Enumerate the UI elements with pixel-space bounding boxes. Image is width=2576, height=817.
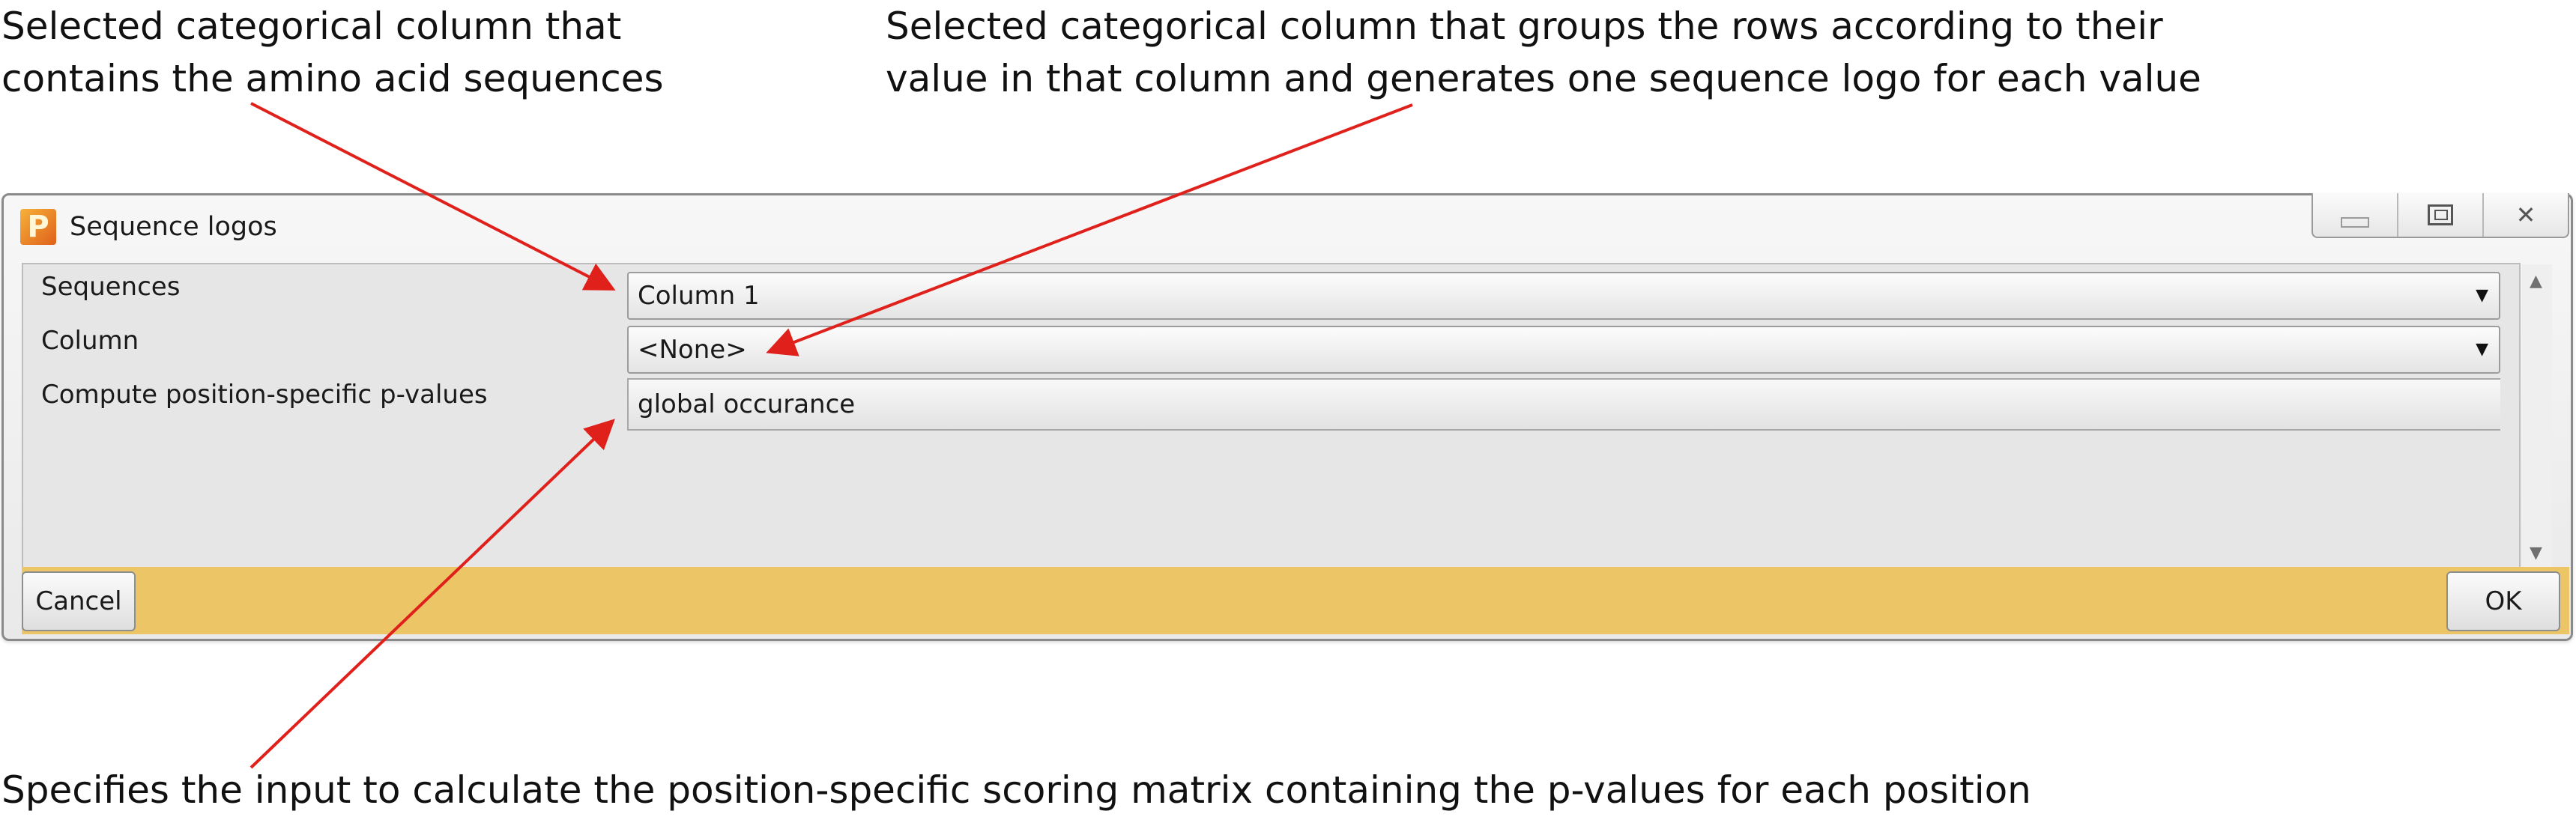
sequences-select[interactable]: Column 1 ▼ xyxy=(627,272,2500,320)
window-title: Sequence logos xyxy=(70,212,277,242)
sequences-label: Sequences xyxy=(41,272,181,302)
sequences-select-value: Column 1 xyxy=(638,281,760,311)
close-icon: ✕ xyxy=(2515,201,2536,229)
dropdown-arrow-icon[interactable]: ▼ xyxy=(2476,327,2488,372)
column-label: Column xyxy=(41,326,139,356)
maximize-icon xyxy=(2428,204,2453,225)
annotation-sequences: Selected categorical column that contain… xyxy=(1,4,664,100)
sequence-logos-dialog: P Sequence logos ✕ Sequences Column Comp… xyxy=(1,193,2573,641)
title-bar[interactable]: P Sequence logos ✕ xyxy=(4,193,2571,263)
scroll-down-icon[interactable]: ▼ xyxy=(2530,544,2542,562)
pvalues-label: Compute position-specific p-values xyxy=(41,380,488,410)
cancel-button[interactable]: Cancel xyxy=(22,571,136,631)
column-select[interactable]: <None> ▼ xyxy=(627,326,2500,374)
pvalues-field-value: global occurance xyxy=(638,389,856,419)
close-button[interactable]: ✕ xyxy=(2482,193,2568,237)
form-panel: Sequences Column Compute position-specif… xyxy=(22,263,2521,570)
annotation-pvalues: Specifies the input to calculate the pos… xyxy=(1,768,2031,812)
scroll-up-icon[interactable]: ▲ xyxy=(2530,272,2542,291)
dropdown-arrow-icon[interactable]: ▼ xyxy=(2476,273,2488,318)
dialog-footer xyxy=(22,567,2569,634)
maximize-button[interactable] xyxy=(2397,193,2482,237)
app-p-icon: P xyxy=(20,209,56,245)
minimize-icon xyxy=(2341,217,2369,228)
window-controls: ✕ xyxy=(2312,193,2569,238)
vertical-scrollbar[interactable]: ▲ ▼ xyxy=(2522,264,2552,567)
minimize-button[interactable] xyxy=(2313,193,2397,237)
pvalues-field[interactable]: global occurance xyxy=(627,378,2500,431)
ok-button[interactable]: OK xyxy=(2446,571,2560,631)
column-select-value: <None> xyxy=(638,335,747,365)
annotation-column: Selected categorical column that groups … xyxy=(886,4,2201,100)
